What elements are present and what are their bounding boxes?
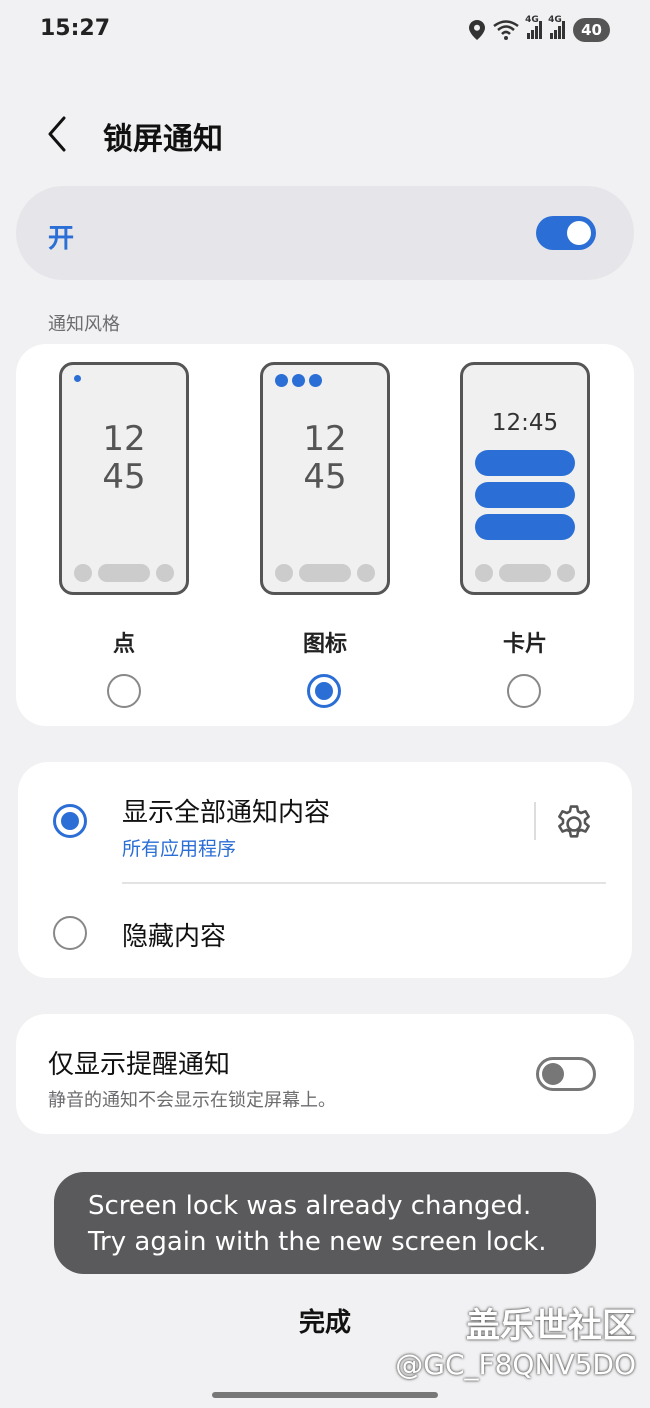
sim1-network-tag: 4G xyxy=(525,15,539,25)
style-preview-icon[interactable]: 12 45 xyxy=(260,362,390,595)
notification-card-bar xyxy=(475,514,575,540)
header: 锁屏通知 xyxy=(0,100,650,170)
sim2-network-tag: 4G xyxy=(548,15,562,25)
hide-content-title[interactable]: 隐藏内容 xyxy=(122,916,226,953)
gear-icon xyxy=(558,805,590,838)
signal-icon: 4G xyxy=(525,15,543,39)
preview-clock: 12:45 xyxy=(491,410,559,436)
notification-dot xyxy=(74,375,81,382)
master-switch-label: 开 xyxy=(48,224,75,254)
app-icon-dot xyxy=(309,374,322,387)
section-label-notification-style: 通知风格 xyxy=(48,314,120,335)
radio-hide-content[interactable] xyxy=(53,916,87,950)
divider xyxy=(122,882,606,884)
style-option-label: 图标 xyxy=(302,632,347,657)
preview-dock xyxy=(275,564,375,582)
back-button[interactable] xyxy=(40,112,80,156)
content-visibility-card: 显示全部通知内容 所有应用程序 隐藏内容 xyxy=(18,762,632,978)
status-icons: 4G 4G 40 xyxy=(469,15,610,44)
show-all-content-subtitle: 所有应用程序 xyxy=(122,838,237,860)
master-switch-row[interactable]: 开 xyxy=(16,186,634,280)
style-option-label: 卡片 xyxy=(502,632,547,657)
alerts-only-toggle[interactable] xyxy=(536,1057,596,1091)
toast-message: Screen lock was already changed. Try aga… xyxy=(54,1172,596,1274)
page-title: 锁屏通知 xyxy=(103,122,223,157)
radio-show-all-content[interactable] xyxy=(53,804,87,838)
style-option-label: 点 xyxy=(112,632,135,657)
notification-style-card: 12 45 点 12 45 图标 12:45 卡片 xyxy=(16,344,634,726)
preview-dock xyxy=(74,564,174,582)
radio-style-icon[interactable] xyxy=(307,674,341,708)
toggle-knob xyxy=(567,221,591,245)
home-indicator[interactable] xyxy=(212,1392,438,1398)
preview-dock xyxy=(475,564,575,582)
notification-card-bar xyxy=(475,450,575,476)
watermark-title: 盖乐世社区 xyxy=(466,1306,636,1346)
style-preview-dot[interactable]: 12 45 xyxy=(59,362,189,595)
toggle-knob xyxy=(542,1063,564,1085)
status-time: 15:27 xyxy=(40,16,111,41)
watermark-handle: @GC_F8QNV5DO xyxy=(395,1348,636,1381)
show-all-content-title[interactable]: 显示全部通知内容 xyxy=(122,792,330,829)
radio-style-card[interactable] xyxy=(507,674,541,708)
master-toggle[interactable] xyxy=(536,216,596,250)
alerts-only-row[interactable]: 仅显示提醒通知 静音的通知不会显示在锁定屏幕上。 xyxy=(16,1014,634,1134)
battery-icon: 40 xyxy=(573,18,610,42)
alerts-only-subtitle: 静音的通知不会显示在锁定屏幕上。 xyxy=(48,1090,336,1111)
divider xyxy=(534,802,536,840)
content-settings-button[interactable] xyxy=(552,802,596,846)
location-icon xyxy=(469,20,486,40)
app-icon-dot xyxy=(292,374,305,387)
status-bar: 15:27 4G 4G 40 xyxy=(0,0,650,60)
notification-card-bar xyxy=(475,482,575,508)
done-button[interactable]: 完成 xyxy=(260,1302,390,1339)
preview-clock: 12 45 xyxy=(303,419,347,497)
signal-icon: 4G xyxy=(548,15,566,39)
chevron-left-icon xyxy=(48,116,66,152)
wifi-icon xyxy=(493,20,519,40)
radio-style-dot[interactable] xyxy=(107,674,141,708)
style-preview-card[interactable]: 12:45 xyxy=(460,362,590,595)
preview-clock: 12 45 xyxy=(102,419,146,497)
app-icon-dot xyxy=(275,374,288,387)
alerts-only-title: 仅显示提醒通知 xyxy=(48,1050,231,1080)
